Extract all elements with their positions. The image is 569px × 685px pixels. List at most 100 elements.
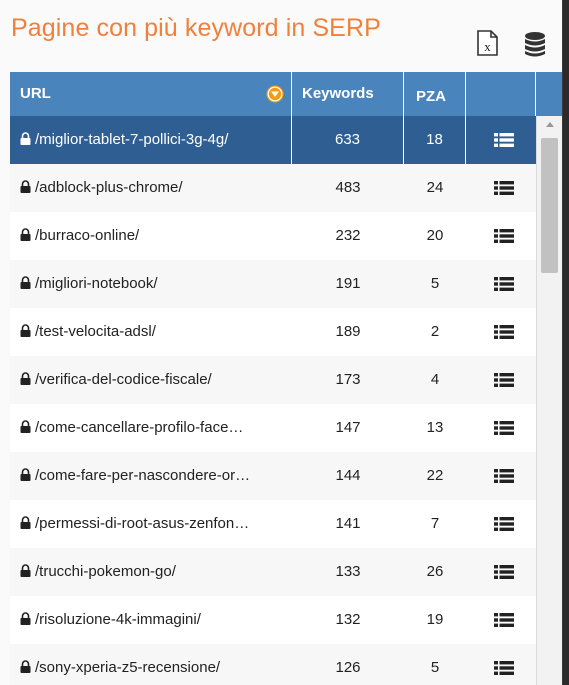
- url-cell[interactable]: /come-fare-per-nascondere-or…: [10, 452, 292, 500]
- table-row[interactable]: /miglior-tablet-7-pollici-3g-4g/633 18: [10, 116, 536, 164]
- url-text: /risoluzione-4k-immagini/: [35, 611, 201, 628]
- column-header-keywords[interactable]: Keywords: [292, 72, 404, 116]
- pza-cell: 20: [426, 227, 444, 244]
- excel-x-icon[interactable]: x: [472, 28, 502, 58]
- details-button[interactable]: [466, 212, 536, 260]
- details-button[interactable]: [466, 596, 536, 644]
- serp-pages-panel: Pagine con più keyword in SERP x URL Key…: [0, 0, 563, 685]
- list-icon: [494, 229, 514, 243]
- url-cell[interactable]: /burraco-online/: [10, 212, 292, 260]
- keywords-cell: 133: [335, 563, 361, 580]
- list-icon: [494, 613, 514, 627]
- url-text: /burraco-online/: [35, 227, 140, 244]
- panel-title: Pagine con più keyword in SERP: [11, 14, 381, 42]
- url-text: /sony-xperia-z5-recensione/: [35, 659, 221, 676]
- url-text: /verifica-del-codice-fiscale/: [35, 371, 212, 388]
- list-icon: [494, 469, 514, 483]
- url-cell[interactable]: /come-cancellare-profilo-face…: [10, 404, 292, 452]
- url-text: /come-cancellare-profilo-face…: [35, 419, 244, 436]
- keywords-cell: 232: [335, 227, 361, 244]
- details-button[interactable]: [466, 116, 536, 164]
- pza-cell: 5: [430, 659, 440, 676]
- list-icon: [494, 517, 514, 531]
- url-text: /adblock-plus-chrome/: [35, 179, 183, 196]
- details-button[interactable]: [466, 164, 536, 212]
- list-icon: [494, 373, 514, 387]
- keywords-cell: 191: [335, 275, 361, 292]
- keywords-cell: 141: [335, 515, 361, 532]
- details-button[interactable]: [466, 548, 536, 596]
- pza-cell: 26: [426, 563, 444, 580]
- scroll-up-arrow-icon[interactable]: [546, 122, 554, 127]
- table-row[interactable]: /risoluzione-4k-immagini/132 19: [10, 596, 536, 644]
- list-icon: [494, 133, 514, 147]
- pza-cell: 18: [404, 116, 466, 164]
- table-row[interactable]: /permessi-di-root-asus-zenfon… 141 7: [10, 500, 536, 548]
- lock-icon: [20, 372, 31, 386]
- table-row[interactable]: /burraco-online/232 20: [10, 212, 536, 260]
- filter-icon[interactable]: [266, 85, 284, 103]
- details-button[interactable]: [466, 356, 536, 404]
- details-button[interactable]: [466, 404, 536, 452]
- url-cell[interactable]: /test-velocita-adsl/: [10, 308, 292, 356]
- table-row[interactable]: /adblock-plus-chrome/483 24: [10, 164, 536, 212]
- list-icon: [494, 277, 514, 291]
- pza-cell: 24: [426, 179, 444, 196]
- pza-cell: 5: [430, 275, 440, 292]
- url-cell[interactable]: /sony-xperia-z5-recensione/: [10, 644, 292, 685]
- url-cell[interactable]: /trucchi-pokemon-go/: [10, 548, 292, 596]
- details-button[interactable]: [466, 644, 536, 685]
- url-cell[interactable]: /adblock-plus-chrome/: [10, 164, 292, 212]
- list-icon: [494, 565, 514, 579]
- column-header-pza[interactable]: PZA: [404, 72, 466, 116]
- table-row[interactable]: /come-fare-per-nascondere-or… 144 22: [10, 452, 536, 500]
- pza-cell: 2: [430, 323, 440, 340]
- lock-icon: [20, 420, 31, 434]
- list-icon: [494, 661, 514, 675]
- pza-cell: 22: [426, 467, 444, 484]
- scrollbar-thumb[interactable]: [541, 138, 558, 273]
- vertical-scrollbar[interactable]: [536, 116, 562, 685]
- url-cell[interactable]: /verifica-del-codice-fiscale/: [10, 356, 292, 404]
- lock-icon: [20, 612, 31, 626]
- url-text: /trucchi-pokemon-go/: [35, 563, 176, 580]
- url-cell[interactable]: /migliori-notebook/: [10, 260, 292, 308]
- lock-icon: [20, 660, 31, 674]
- table-row[interactable]: /migliori-notebook/191 5: [10, 260, 536, 308]
- details-button[interactable]: [466, 500, 536, 548]
- table-header: URL Keywords PZA: [10, 72, 562, 116]
- table-row[interactable]: /come-cancellare-profilo-face… 147 13: [10, 404, 536, 452]
- table-row[interactable]: /sony-xperia-z5-recensione/126 5: [10, 644, 536, 685]
- column-header-scroll-spacer: [536, 72, 562, 116]
- details-button[interactable]: [466, 260, 536, 308]
- table-row[interactable]: /test-velocita-adsl/189 2: [10, 308, 536, 356]
- keywords-cell: 483: [335, 179, 361, 196]
- column-header-keywords-label: Keywords: [302, 85, 374, 102]
- url-cell[interactable]: /risoluzione-4k-immagini/: [10, 596, 292, 644]
- pza-cell: 4: [430, 371, 440, 388]
- lock-icon: [20, 516, 31, 530]
- lock-icon: [20, 564, 31, 578]
- column-header-pza-label: PZA: [416, 88, 446, 105]
- table-row[interactable]: /verifica-del-codice-fiscale/173 4: [10, 356, 536, 404]
- pza-cell: 13: [426, 419, 444, 436]
- url-text: /miglior-tablet-7-pollici-3g-4g/: [35, 131, 229, 148]
- keywords-cell: 189: [335, 323, 361, 340]
- table-row[interactable]: /trucchi-pokemon-go/133 26: [10, 548, 536, 596]
- keywords-cell: 132: [335, 611, 361, 628]
- pza-cell: 7: [430, 515, 440, 532]
- lock-icon: [20, 132, 31, 146]
- database-icon[interactable]: [520, 30, 550, 60]
- lock-icon: [20, 180, 31, 194]
- lock-icon: [20, 276, 31, 290]
- url-text: /come-fare-per-nascondere-or…: [35, 467, 251, 484]
- lock-icon: [20, 468, 31, 482]
- column-header-url[interactable]: URL: [10, 72, 292, 116]
- url-text: /test-velocita-adsl/: [35, 323, 156, 340]
- pza-cell: 19: [426, 611, 444, 628]
- details-button[interactable]: [466, 308, 536, 356]
- url-cell[interactable]: /miglior-tablet-7-pollici-3g-4g/: [10, 116, 292, 164]
- list-icon: [494, 325, 514, 339]
- details-button[interactable]: [466, 452, 536, 500]
- url-cell[interactable]: /permessi-di-root-asus-zenfon…: [10, 500, 292, 548]
